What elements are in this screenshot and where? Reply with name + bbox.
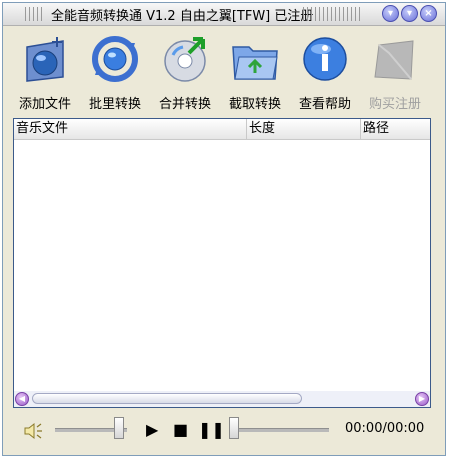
arrow-left-icon: ◀ bbox=[18, 394, 26, 403]
batch-convert-button[interactable]: 批里转换 bbox=[81, 31, 149, 112]
cut-convert-label: 截取转换 bbox=[228, 97, 281, 112]
volume-slider-knob[interactable] bbox=[113, 417, 124, 439]
add-file-label: 添加文件 bbox=[18, 97, 71, 112]
window-title: 全能音频转换通 V1.2 自由之翼[TFW] 已注册 bbox=[51, 9, 314, 24]
column-header-music-file[interactable]: 音乐文件 bbox=[14, 119, 247, 139]
time-readout: 00:00/00:00 bbox=[345, 421, 425, 436]
minimize-icon: ▾ bbox=[387, 8, 394, 19]
merge-convert-label: 合并转换 bbox=[158, 97, 211, 112]
column-header-length[interactable]: 长度 bbox=[247, 119, 361, 139]
scroll-left-button[interactable]: ◀ bbox=[15, 392, 29, 406]
add-file-button[interactable]: 添加文件 bbox=[11, 31, 79, 112]
minimize-button[interactable]: ▾ bbox=[382, 5, 399, 22]
play-button[interactable]: ▶ bbox=[146, 421, 158, 439]
cut-convert-button[interactable]: 截取转换 bbox=[221, 31, 289, 112]
buy-register-label: 购买注册 bbox=[368, 97, 421, 112]
title-grip-right bbox=[303, 7, 363, 21]
scroll-thumb[interactable] bbox=[32, 393, 302, 404]
title-grip-left bbox=[25, 7, 45, 21]
stop-button[interactable]: ■ bbox=[173, 421, 188, 439]
horizontal-scrollbar[interactable]: ◀ ▶ bbox=[14, 391, 430, 407]
position-track[interactable] bbox=[229, 428, 329, 432]
merge-convert-icon bbox=[164, 37, 206, 82]
cut-convert-icon bbox=[232, 46, 278, 80]
pause-button[interactable]: ❚❚ bbox=[198, 421, 225, 439]
buy-register-icon bbox=[374, 40, 414, 80]
app-window: 全能音频转换通 V1.2 自由之翼[TFW] 已注册 ▾ ▾ × 添加文件 批里… bbox=[2, 2, 446, 456]
help-button[interactable]: 查看帮助 bbox=[291, 31, 359, 112]
close-button[interactable]: × bbox=[420, 5, 437, 22]
arrow-right-icon: ▶ bbox=[418, 394, 426, 403]
scroll-right-button[interactable]: ▶ bbox=[415, 392, 429, 406]
help-icon bbox=[303, 37, 347, 81]
buy-register-button[interactable]: 购买注册 bbox=[361, 31, 429, 112]
restore-icon: ▾ bbox=[406, 8, 413, 19]
toolbar: 添加文件 批里转换 合并转换 截取转换 查看帮助 购买注册 bbox=[3, 27, 445, 113]
merge-convert-button[interactable]: 合并转换 bbox=[151, 31, 219, 112]
restore-button[interactable]: ▾ bbox=[401, 5, 418, 22]
add-file-icon bbox=[26, 37, 64, 82]
close-icon: × bbox=[424, 8, 433, 19]
volume-icon[interactable] bbox=[23, 421, 45, 441]
help-label: 查看帮助 bbox=[298, 97, 351, 112]
batch-convert-label: 批里转换 bbox=[88, 97, 141, 112]
column-header-path[interactable]: 路径 bbox=[361, 119, 430, 139]
position-slider-knob[interactable] bbox=[229, 417, 239, 439]
music-file-list[interactable]: 音乐文件 长度 路径 ◀ ▶ bbox=[13, 118, 431, 408]
list-header: 音乐文件 长度 路径 bbox=[14, 119, 430, 140]
batch-convert-icon bbox=[92, 36, 138, 82]
title-bar[interactable]: 全能音频转换通 V1.2 自由之翼[TFW] 已注册 ▾ ▾ × bbox=[3, 3, 445, 26]
player-bar: ▶ ■ ❚❚ 00:00/00:00 bbox=[3, 413, 445, 449]
